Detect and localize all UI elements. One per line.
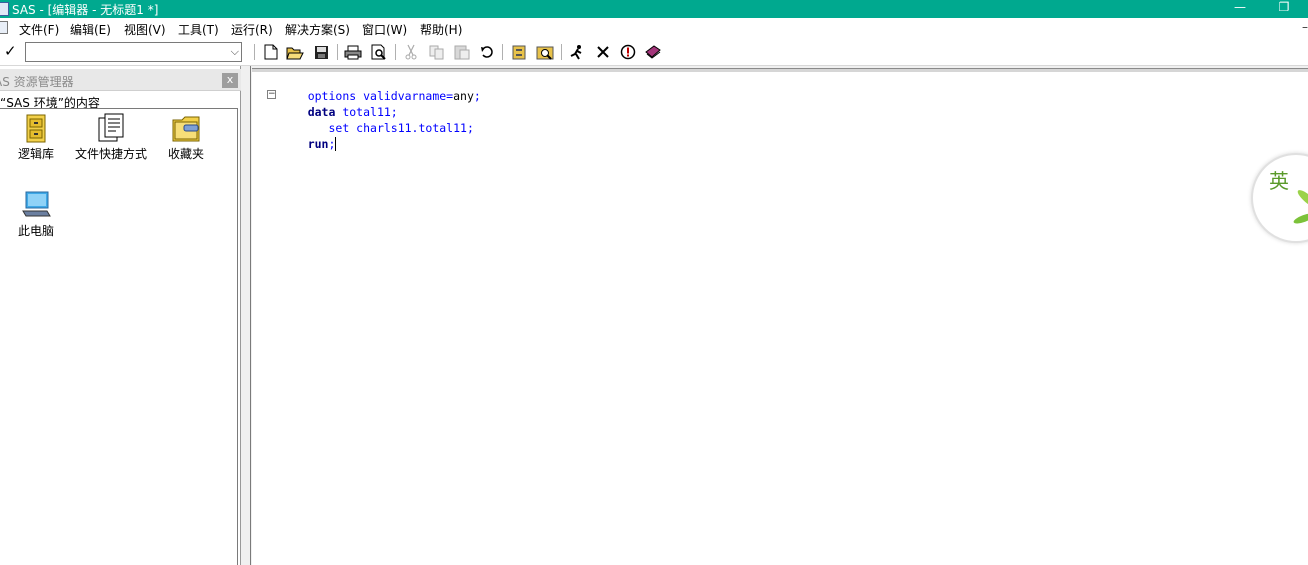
code-token: any: [453, 89, 474, 103]
restore-button[interactable]: ❐: [1264, 0, 1304, 18]
toolbar-separator: [561, 44, 562, 60]
leaf-icon: [1295, 187, 1308, 211]
menu-file[interactable]: 文件(F): [19, 21, 59, 38]
menu-edit[interactable]: 编辑(E): [70, 21, 111, 38]
menu-bar: 文件(F) 编辑(E) 视图(V) 工具(T) 运行(R) 解决方案(S) 窗口…: [0, 18, 1308, 38]
explorer-item-libraries[interactable]: 逻辑库: [0, 112, 76, 162]
undo-icon[interactable]: [478, 43, 496, 61]
toolbar-separator: [502, 44, 503, 60]
toolbar-separator: [395, 44, 396, 60]
computer-icon: [20, 189, 52, 221]
close-pane-button[interactable]: x: [222, 73, 238, 88]
pane-splitter[interactable]: [241, 66, 251, 565]
code-token: ;: [328, 137, 336, 151]
minimize-button[interactable]: —: [1220, 0, 1260, 18]
print-preview-icon[interactable]: [370, 43, 388, 61]
help-icon[interactable]: [644, 43, 662, 61]
sas-app-icon[interactable]: [0, 2, 9, 16]
cut-icon[interactable]: [402, 43, 420, 61]
paste-icon[interactable]: [453, 43, 471, 61]
program-editor[interactable]: − options validvarname=any; data total11…: [252, 68, 1308, 565]
explorer-item-label: 逻辑库: [17, 147, 54, 161]
save-icon[interactable]: [312, 43, 330, 61]
library-drawer-icon: [20, 112, 52, 144]
chevron-down-icon[interactable]: ⌵: [231, 45, 239, 59]
break-icon[interactable]: [619, 43, 637, 61]
code-line-4[interactable]: run;: [280, 120, 337, 168]
fold-toggle[interactable]: −: [267, 90, 276, 99]
file-shortcut-icon: [95, 112, 127, 144]
document-menu-icon[interactable]: [0, 21, 8, 34]
copy-icon[interactable]: [428, 43, 446, 61]
clear-icon[interactable]: [594, 43, 612, 61]
explorer-header: AS 资源管理器 x: [0, 69, 241, 91]
favorites-folder-icon: [170, 112, 202, 144]
code-token: ;: [473, 89, 481, 103]
explorer-item-this-pc[interactable]: 此电脑: [0, 189, 76, 239]
window-title: SAS - [编辑器 - 无标题1 *]: [12, 3, 159, 17]
explorer-item-label: 收藏夹: [167, 147, 204, 161]
toolbar-separator: [254, 44, 255, 60]
open-icon[interactable]: [286, 43, 304, 61]
code-token: run: [307, 137, 329, 151]
command-box[interactable]: ⌵: [25, 42, 242, 62]
toolbar-separator: [337, 44, 338, 60]
explorer-item-file-shortcuts[interactable]: 文件快捷方式: [71, 112, 151, 162]
menu-window[interactable]: 窗口(W): [362, 21, 407, 38]
explorer-item-favorites[interactable]: 收藏夹: [146, 112, 226, 162]
menu-view[interactable]: 视图(V): [124, 21, 166, 38]
title-bar: SAS - [编辑器 - 无标题1 *] — ❐: [0, 0, 1308, 18]
menu-solutions[interactable]: 解决方案(S): [285, 21, 350, 38]
check-icon[interactable]: ✓: [4, 42, 20, 60]
explorer-icon[interactable]: [536, 43, 554, 61]
menu-run[interactable]: 运行(R): [231, 21, 273, 38]
explorer-title: AS 资源管理器: [0, 75, 74, 89]
submit-icon[interactable]: [568, 43, 586, 61]
explorer-item-label: 文件快捷方式: [74, 147, 147, 161]
toolbar: ✓ ⌵: [0, 38, 1308, 66]
sas-explorer-pane: AS 资源管理器 x “SAS 环境”的内容 逻辑库 文件快捷方式 收藏夹 此电…: [0, 66, 241, 565]
print-icon[interactable]: [344, 43, 362, 61]
text-caret: [335, 137, 337, 151]
new-icon[interactable]: [262, 43, 280, 61]
menu-help[interactable]: 帮助(H): [420, 21, 462, 38]
explorer-item-label: 此电脑: [17, 224, 54, 238]
badge-glyph: 英: [1269, 169, 1289, 193]
explorer-content: 逻辑库 文件快捷方式 收藏夹 此电脑: [0, 108, 238, 565]
leaf-icon: [1292, 211, 1308, 226]
menu-tools[interactable]: 工具(T): [178, 21, 219, 38]
mdi-minimize-button[interactable]: –: [1302, 20, 1308, 34]
libraries-icon[interactable]: [510, 43, 528, 61]
